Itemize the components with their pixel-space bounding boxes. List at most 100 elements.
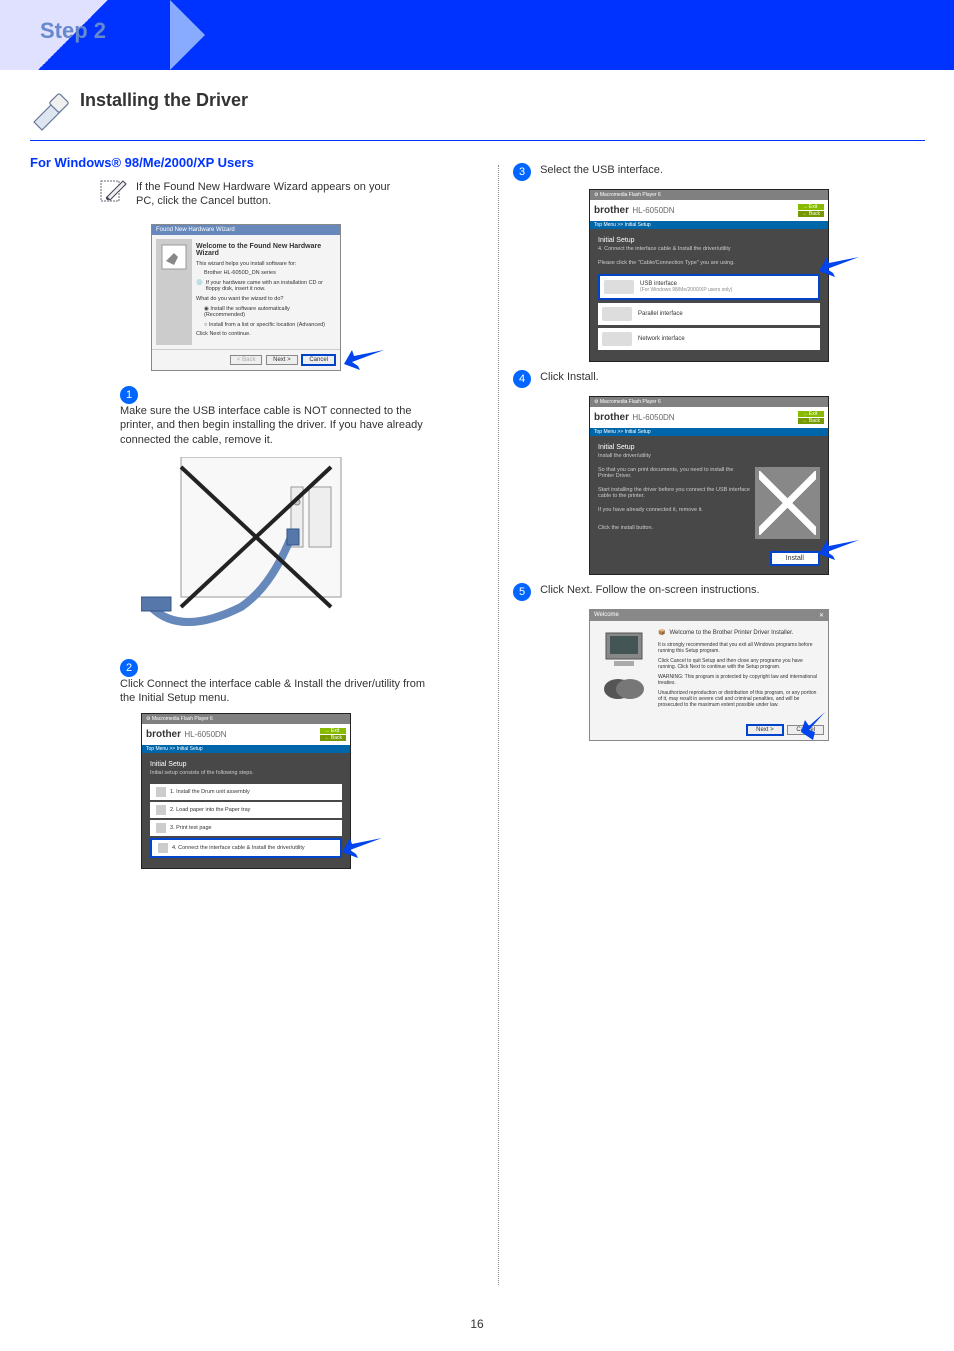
cd-icon: 💿	[196, 280, 203, 287]
wizard-title: Welcome to the Found New Hardware Wizard	[196, 243, 332, 257]
install-hint: Click the install button.	[598, 525, 751, 531]
wizard-footer: Click Next to continue.	[196, 331, 332, 338]
step-3: 3 Select the USB interface.	[513, 163, 925, 181]
found-hardware-wizard: Found New Hardware Wizard Welcome to the…	[151, 224, 341, 371]
setup-item-2[interactable]: 2. Load paper into the Paper tray	[150, 802, 342, 818]
back-button[interactable]: ← Back	[798, 418, 824, 424]
step-5-text: Click Next. Follow the on-screen instruc…	[540, 583, 880, 597]
breadcrumb: Top Menu >> Initial Setup	[590, 221, 828, 229]
setup-item-4[interactable]: 4. Connect the interface cable & Install…	[150, 838, 342, 858]
close-icon[interactable]: ✕	[819, 612, 824, 619]
wizard-opt2[interactable]: Install from a list or specific location…	[209, 322, 325, 328]
pencil-note-icon	[100, 178, 128, 208]
install-line1: So that you can print documents, you nee…	[598, 467, 751, 479]
model-label: HL-6050DN	[184, 730, 226, 739]
interface-select-dialog: ⚙ Macromedia Flash Player 6 brother HL-6…	[589, 189, 829, 362]
wizard-titlebar: Found New Hardware Wizard	[152, 225, 340, 235]
dialog-top: ⚙ Macromedia Flash Player 6	[142, 714, 350, 724]
printer-illustration	[141, 457, 351, 647]
step-number-4: 4	[513, 370, 531, 388]
back-button[interactable]: < Back	[230, 355, 263, 365]
wizard-opt1[interactable]: Install the software automatically (Reco…	[204, 306, 290, 319]
arrow-icon	[342, 834, 382, 861]
breadcrumb: Top Menu >> Initial Setup	[590, 428, 828, 436]
step-number-2: 2	[120, 659, 138, 677]
step-4: 4 Click Install.	[513, 370, 925, 388]
model-label: HL-6050DN	[632, 413, 674, 422]
breadcrumb: Top Menu >> Initial Setup	[142, 745, 350, 753]
wizard-line: This wizard helps you install software f…	[196, 261, 332, 268]
step-number-3: 3	[513, 163, 531, 181]
welcome-installer-dialog: Welcome ✕ 📦 Welcome to the Brother Printer…	[589, 609, 829, 741]
dialog-top: ⚙ Macromedia Flash Player 6	[590, 190, 828, 200]
install-line2: Start installing the driver before you c…	[598, 487, 751, 499]
brand-logo: brother	[594, 205, 629, 216]
wizard-q: What do you want the wizard to do?	[196, 296, 332, 303]
dialog-top: ⚙ Macromedia Flash Player 6	[590, 397, 828, 407]
parallel-cable-icon	[602, 307, 632, 321]
brand-logo: brother	[594, 412, 629, 423]
installer-icon: 📦	[658, 629, 665, 636]
back-button[interactable]: ← Back	[320, 735, 346, 741]
banner-arrow	[170, 0, 205, 70]
step-2-text: Click Connect the interface cable & Inst…	[120, 677, 440, 706]
step-3-text: Select the USB interface.	[540, 163, 880, 177]
welcome-line1: It is strongly recommended that you exit…	[658, 642, 820, 654]
welcome-title: Welcome to the Brother Printer Driver In…	[669, 630, 793, 636]
cable-icon	[30, 92, 70, 135]
dialog-title: Initial Setup	[598, 444, 820, 451]
back-button[interactable]: ← Back	[798, 211, 824, 217]
step-label: Step 2	[40, 18, 106, 44]
arrow-icon	[799, 712, 829, 743]
dialog-subtitle: 4. Connect the interface cable & Install…	[598, 246, 820, 252]
os-heading: For Windows® 98/Me/2000/XP Users	[30, 155, 462, 170]
wizard-device: Brother HL-6050D_DN series	[204, 270, 332, 277]
wizard-sidebar-icon	[156, 239, 192, 345]
step-4-text: Click Install.	[540, 370, 880, 384]
arrow-icon	[344, 346, 384, 373]
step-1: 1 Make sure the USB interface cable is N…	[120, 386, 462, 447]
dialog-subtitle: Install the driver/utility	[598, 453, 820, 459]
wizard-cd-note: If your hardware came with an installati…	[206, 280, 332, 293]
cancel-button[interactable]: Cancel	[301, 354, 336, 366]
section-title: Installing the Driver	[80, 90, 248, 111]
step-5: 5 Click Next. Follow the on-screen instr…	[513, 583, 925, 601]
top-banner: Step 2	[0, 0, 954, 70]
next-button[interactable]: Next >	[266, 355, 298, 365]
exit-button[interactable]: → Exit	[320, 728, 346, 734]
install-driver-dialog: ⚙ Macromedia Flash Player 6 brother HL-6…	[589, 396, 829, 575]
step-1-text: Make sure the USB interface cable is NOT…	[120, 404, 440, 447]
exit-button[interactable]: → Exit	[798, 204, 824, 210]
setup-item-1[interactable]: 1. Install the Drum unit assembly	[150, 784, 342, 800]
setup-item-3[interactable]: 3. Print test page	[150, 820, 342, 836]
brand-logo: brother	[146, 729, 181, 740]
note-box: If the Found New Hardware Wizard appears…	[100, 180, 392, 209]
welcome-line2: Click Cancel to quit Setup and then clos…	[658, 658, 820, 670]
network-interface-option[interactable]: Network interface	[598, 328, 820, 350]
usb-interface-option[interactable]: USB interface(For Windows 98/Me/2000/XP …	[598, 274, 820, 300]
install-button[interactable]: Install	[770, 551, 820, 566]
model-label: HL-6050DN	[632, 206, 674, 215]
dialog-subtitle: Initial setup consists of the following …	[150, 770, 342, 776]
crossed-printer-image	[755, 467, 820, 539]
welcome-titlebar: Welcome	[594, 612, 619, 619]
network-cable-icon	[602, 332, 632, 346]
page-number: 16	[470, 1317, 483, 1331]
next-button[interactable]: Next >	[746, 724, 784, 736]
step-number-5: 5	[513, 583, 531, 601]
welcome-graphic	[594, 625, 654, 716]
arrow-icon	[819, 536, 859, 563]
initial-setup-dialog: ⚙ Macromedia Flash Player 6 brother HL-6…	[141, 713, 351, 869]
welcome-line4: Unauthorized reproduction or distributio…	[658, 690, 820, 708]
dialog-title: Initial Setup	[150, 761, 342, 768]
parallel-interface-option[interactable]: Parallel interface	[598, 303, 820, 325]
usb-cable-icon	[604, 280, 634, 294]
step-2: 2 Click Connect the interface cable & In…	[120, 659, 462, 706]
arrow-icon	[819, 253, 859, 280]
exit-button[interactable]: → Exit	[798, 411, 824, 417]
dialog-instruction: Please click the "Cable/Connection Type"…	[598, 260, 820, 266]
welcome-line3: WARNING: This program is protected by co…	[658, 674, 820, 686]
step-number-1: 1	[120, 386, 138, 404]
note-text: If the Found New Hardware Wizard appears…	[100, 180, 392, 209]
install-line3: If you have already connected it, remove…	[598, 507, 751, 513]
